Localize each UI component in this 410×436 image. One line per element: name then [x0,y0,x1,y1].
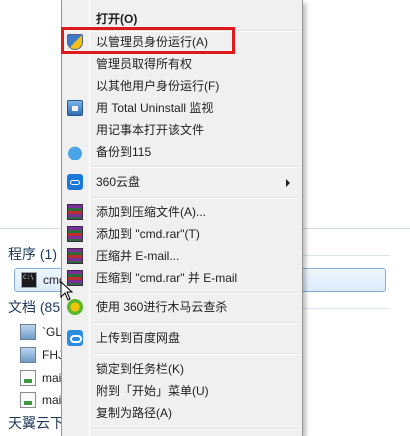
menu-item-label: 附到「开始」菜单(U) [96,384,209,398]
documents-heading[interactable]: 文档 (85 [8,297,60,317]
cloud-115-icon [67,144,83,160]
menu-item-label: 用 Total Uninstall 监视 [96,101,214,115]
menu-item-label: 360云盘 [96,175,141,189]
menu-item-upload-baidu[interactable]: 上传到百度网盘 [64,327,300,349]
result-label: mai [42,371,62,385]
360-cloud-icon [67,174,83,190]
menu-item-label: 上传到百度网盘 [96,331,181,345]
menu-item-take-ownership[interactable]: 管理员取得所有权 [64,53,300,75]
menu-item-open-with-notepad[interactable]: 用记事本打开该文件 [64,119,300,141]
menu-separator [92,292,298,294]
menu-item-backup-115[interactable]: 备份到115 [64,141,300,163]
highlight-annotation-box [61,27,235,54]
image-file-icon [20,347,36,363]
programs-heading[interactable]: 程序 (1) [8,244,57,264]
menu-item-compress-and-email[interactable]: 压缩并 E-mail... [64,245,300,267]
menu-item-compress-cmd-rar-email[interactable]: 压缩到 "cmd.rar" 并 E-mail [64,267,300,289]
winrar-icon [67,204,83,220]
context-menu: 打开(O) 以管理员身份运行(A) 管理员取得所有权 以其他用户身份运行(F) … [61,0,303,436]
menu-separator [92,353,298,355]
menu-item-copy-as-path[interactable]: 复制为路径(A) [64,402,300,424]
total-uninstall-icon [67,100,83,116]
menu-item-total-uninstall[interactable]: 用 Total Uninstall 监视 [64,97,300,119]
menu-item-360-cloud[interactable]: 360云盘 [64,171,300,193]
menu-item-360-trojan-scan[interactable]: 使用 360进行木马云查杀 [64,296,300,318]
menu-item-pin-start-menu[interactable]: 附到「开始」菜单(U) [64,380,300,402]
winrar-icon [67,248,83,264]
cmd-icon [21,272,37,288]
mouse-cursor-icon [60,281,74,301]
submenu-arrow-icon [286,179,290,187]
text-file-icon [20,370,36,386]
tianyi-cloud-heading[interactable]: 天翼云下 [8,413,64,433]
menu-item-add-to-archive[interactable]: 添加到压缩文件(A)... [64,201,300,223]
menu-item-add-to-cmd-rar[interactable]: 添加到 "cmd.rar"(T) [64,223,300,245]
text-file-icon [20,392,36,408]
menu-item-label: 以其他用户身份运行(F) [96,79,220,93]
menu-separator [92,428,298,430]
baidu-netdisk-icon [67,330,83,346]
menu-item-label: 压缩并 E-mail... [96,249,180,263]
menu-item-label: 备份到115 [96,145,152,159]
menu-item-label: 添加到压缩文件(A)... [96,205,206,219]
menu-item-run-as-other-user[interactable]: 以其他用户身份运行(F) [64,75,300,97]
menu-item-label: 使用 360进行木马云查杀 [96,300,228,314]
menu-item-label: 添加到 "cmd.rar"(T) [96,227,200,241]
menu-separator [92,197,298,199]
menu-separator [92,166,298,168]
menu-item-pin-taskbar[interactable]: 锁定到任务栏(K) [64,358,300,380]
menu-item-label: 复制为路径(A) [96,406,172,420]
image-file-icon [20,324,36,340]
360-trojan-scan-icon [67,299,83,315]
result-label: mai [42,393,62,407]
menu-item-label: 锁定到任务栏(K) [96,362,184,376]
menu-item-label: 管理员取得所有权 [96,57,193,71]
menu-item-label: 压缩到 "cmd.rar" 并 E-mail [96,271,238,285]
menu-item-label: 用记事本打开该文件 [96,123,205,137]
menu-separator [92,322,298,324]
winrar-icon [67,226,83,242]
